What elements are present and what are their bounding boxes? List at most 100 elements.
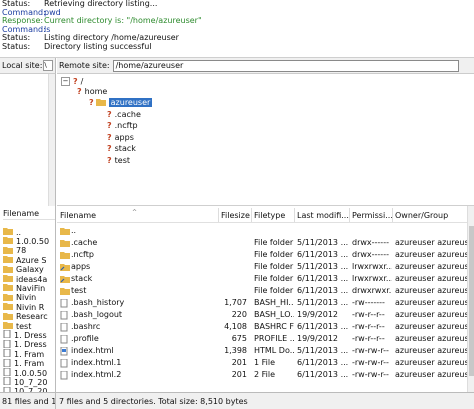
tree-child-item[interactable]: ? stack xyxy=(107,143,136,155)
question-folder-icon: ? xyxy=(107,109,112,119)
table-row[interactable]: apps File folder 5/11/2013 ... lrwxrwxr... a… xyxy=(57,261,467,273)
file-icon xyxy=(60,334,69,344)
tree-child-item[interactable]: ? apps xyxy=(107,131,134,143)
table-row[interactable]: .bash_logout 220 BASH_LO... 19/9/2012 -rw-r-… xyxy=(57,309,467,321)
remote-site-bar: Remote site: /home/azureuser xyxy=(57,58,474,74)
cell-perm: -rw-r--r-- xyxy=(352,310,385,319)
cell-owner: azureuser azureuser xyxy=(395,298,467,307)
cell-mod: 19/9/2012 xyxy=(297,310,339,319)
table-row[interactable]: index.html.1 201 1 File 6/11/2013 ... -rw-rw… xyxy=(57,357,467,369)
tree-child-item[interactable]: ? test xyxy=(107,154,130,166)
message-log[interactable]: Status: Retrieving directory listing... Co… xyxy=(0,0,474,58)
local-tree-scrollbar[interactable] xyxy=(48,74,55,206)
table-row[interactable]: index.html 1,398 HTML Do... 5/11/2013 ... -r… xyxy=(57,345,467,357)
cell-type: BASH_HI... xyxy=(254,298,294,307)
local-filename-header[interactable]: Filename xyxy=(3,208,55,220)
cell-name: .bash_history xyxy=(71,298,125,307)
column-header-last-modified[interactable]: Last modifi... xyxy=(297,209,349,222)
folder-icon xyxy=(60,287,70,295)
remote-list-scrollbar[interactable] xyxy=(467,206,474,392)
table-row[interactable]: .ncftp File folder 6/11/2013 ... drwx------… xyxy=(57,249,467,261)
table-row[interactable]: .bashrc 4,108 BASHRC File6/11/2013 ...-rw-… xyxy=(57,321,467,333)
cell-owner: azureuser azureuser xyxy=(395,274,467,283)
table-row[interactable]: test File folder 6/11/2013 ... drwxrwxr... a… xyxy=(57,285,467,297)
owner-header-label: Owner/Group xyxy=(395,211,449,220)
log-key: Status: xyxy=(2,41,31,51)
remote-directory-tree[interactable]: − ? / ? home ? azureuser ? .cache? .ncftp?… xyxy=(57,74,474,206)
cell-type: BASH_LO... xyxy=(254,310,294,319)
cell-owner: azureuser azureuser xyxy=(395,250,467,259)
file-icon xyxy=(60,298,69,308)
local-site-path-input[interactable]: \ xyxy=(43,60,54,71)
column-header-filetype[interactable]: Filetype xyxy=(254,209,285,222)
scrollbar-thumb[interactable] xyxy=(469,226,474,376)
cell-owner: azureuser azureuser xyxy=(395,310,467,319)
cell-perm: -rw-rw-r-- xyxy=(352,346,389,355)
table-row[interactable]: index.html.2 201 2 File 6/11/2013 ... -rw-rw… xyxy=(57,369,467,381)
cell-name: stack xyxy=(71,274,93,283)
cell-type: File folder xyxy=(254,238,294,247)
local-directory-tree[interactable] xyxy=(0,74,56,206)
cell-owner: azureuser azureuser xyxy=(395,286,467,295)
table-row[interactable]: stack File folder 6/11/2013 ... lrwxrwxr...… xyxy=(57,273,467,285)
sort-arrow-icon: ^ xyxy=(132,209,138,216)
question-folder-icon: ? xyxy=(107,121,112,130)
column-header-filename[interactable]: Filename xyxy=(60,209,96,222)
tree-child-item[interactable]: ? .ncftp xyxy=(107,120,138,132)
cell-type: File folder xyxy=(254,286,294,295)
cell-mod: 6/11/2013 ... xyxy=(297,286,349,295)
cell-mod xyxy=(297,225,349,237)
remote-site-path-input[interactable]: /home/azureuser xyxy=(112,59,459,72)
cell-mod: 5/11/2013 ... xyxy=(297,298,349,307)
cell-name: apps xyxy=(71,262,91,271)
cell-mod: 5/11/2013 ... xyxy=(297,262,349,271)
tree-azureuser-item[interactable]: ? azureuser xyxy=(89,96,153,108)
cell-perm: -rw------- xyxy=(352,298,385,307)
filetype-header-label: Filetype xyxy=(254,211,286,220)
remote-file-list[interactable]: Filename ^ Filesize Filetype Last modifi… xyxy=(57,206,474,392)
cell-type: File folder xyxy=(254,262,294,271)
cell-owner: azureuser azureuser xyxy=(395,262,467,271)
collapse-icon[interactable]: − xyxy=(61,76,70,86)
table-row[interactable]: .bash_history 1,707 BASH_HI... 5/11/2013 ..… xyxy=(57,297,467,309)
cell-mod: 5/11/2013 ... xyxy=(297,238,349,247)
cell-owner: azureuser azureuser xyxy=(395,358,467,367)
modified-header-label: Last modifi... xyxy=(297,211,349,220)
table-row[interactable]: .profile 675 PROFILE ... 19/9/2012 -rw-r--r-… xyxy=(57,333,467,345)
cell-size: 4,108 xyxy=(224,322,247,331)
cell-perm xyxy=(352,225,392,237)
cell-mod: 5/11/2013 ... xyxy=(297,346,349,355)
cell-size xyxy=(219,285,247,297)
local-file-list[interactable]: Filename .. 1.0.0.50 78 Azure S Galaxy ideas4… xyxy=(0,206,56,392)
cell-name: test xyxy=(71,286,87,295)
cell-name: index.html.1 xyxy=(71,358,122,367)
cell-perm: -rw-rw-r-- xyxy=(352,370,389,379)
cell-type xyxy=(254,225,294,237)
question-folder-icon: ? xyxy=(89,97,94,107)
html-icon xyxy=(60,346,69,356)
log-row: Status: Retrieving directory listing... xyxy=(0,0,474,9)
cell-type: File folder xyxy=(254,274,294,283)
table-row[interactable]: .. xyxy=(57,225,467,237)
tree-home-label: home xyxy=(84,86,108,96)
column-header-owner-group[interactable]: Owner/Group xyxy=(395,209,448,222)
cell-mod: 6/11/2013 ... xyxy=(297,370,349,379)
cell-type: PROFILE ... xyxy=(254,334,294,343)
cell-type: BASHRC File xyxy=(254,322,294,331)
link-icon xyxy=(60,263,70,271)
cell-name: .bash_logout xyxy=(71,310,123,319)
cell-type: 1 File xyxy=(254,358,276,367)
table-row[interactable]: .cache File folder 5/11/2013 ... drwx------… xyxy=(57,237,467,249)
cell-perm: -rw-r--r-- xyxy=(352,322,385,331)
tree-child-item[interactable]: ? .cache xyxy=(107,108,141,120)
column-header-filesize[interactable]: Filesize xyxy=(221,209,250,222)
column-header-permissions[interactable]: Permissi... xyxy=(352,209,393,222)
cell-perm: -rw-r--r-- xyxy=(352,334,385,343)
cell-perm: drwxrwxr... xyxy=(352,286,392,295)
question-folder-icon: ? xyxy=(107,132,112,142)
folder-icon xyxy=(60,251,70,259)
cell-perm: lrwxrwxr... xyxy=(352,274,392,283)
cell-perm: drwx------ xyxy=(352,238,389,247)
folder-icon xyxy=(60,239,70,247)
cell-mod: 6/11/2013 ... xyxy=(297,274,349,283)
